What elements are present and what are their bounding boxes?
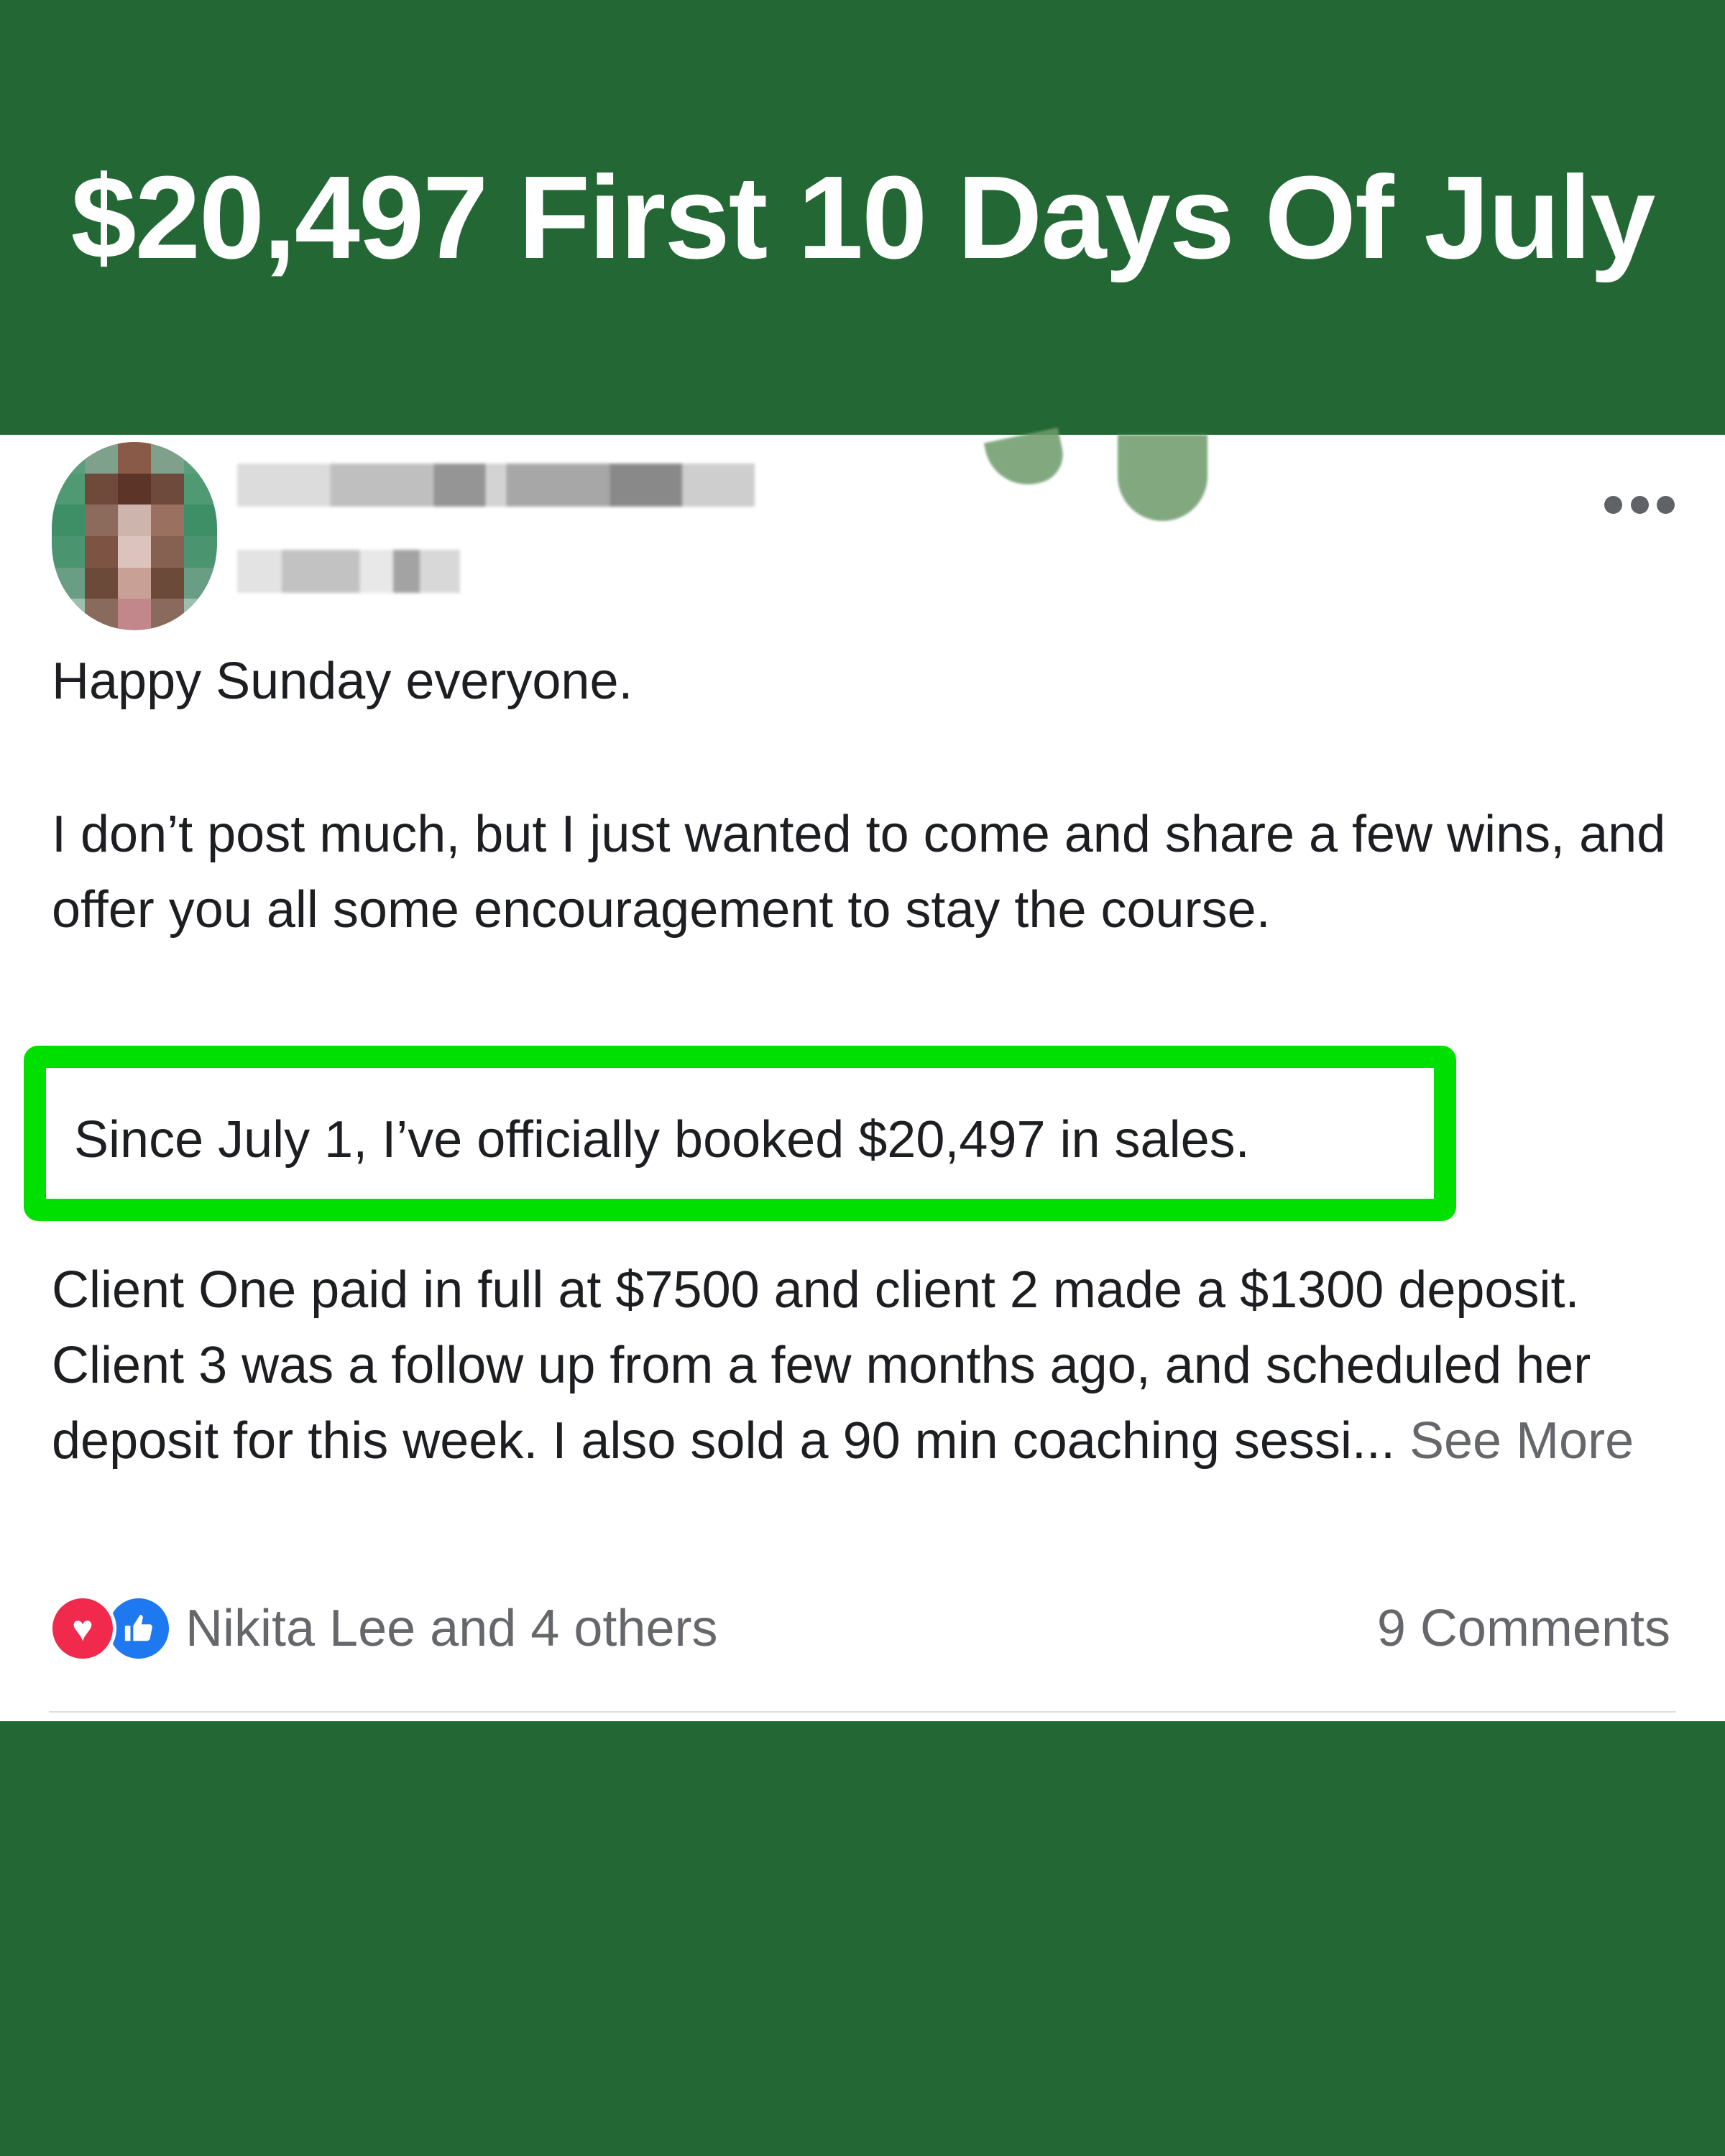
- post-details-text: Client One paid in full at $7500 and cli…: [52, 1261, 1591, 1470]
- headline-title: $20,497 First 10 Days Of July: [70, 151, 1656, 283]
- background-leaf: [1118, 435, 1208, 521]
- see-more-link[interactable]: See More: [1409, 1412, 1634, 1470]
- post-timestamp-blurred: [237, 550, 460, 593]
- author-name-blurred[interactable]: [237, 464, 755, 507]
- reactions-summary[interactable]: ♥ Nikita Lee and 4 others: [49, 1593, 717, 1664]
- sales-highlight-box: Since July 1, I’ve officially booked $20…: [24, 1046, 1456, 1221]
- post-details: Client One paid in full at $7500 and cli…: [52, 1253, 1690, 1479]
- background-leaf: [983, 427, 1069, 493]
- more-options-icon[interactable]: [1604, 492, 1675, 517]
- avatar[interactable]: [52, 442, 217, 630]
- reactions-names[interactable]: Nikita Lee and 4 others: [185, 1599, 717, 1658]
- headline-banner: $20,497 First 10 Days Of July: [0, 0, 1725, 435]
- comments-count[interactable]: 9 Comments: [1377, 1593, 1670, 1664]
- heart-icon: ♥: [49, 1595, 116, 1662]
- divider: [49, 1711, 1676, 1713]
- sales-highlight-text: Since July 1, I’ve officially booked $20…: [74, 1111, 1250, 1169]
- post-greeting: Happy Sunday everyone.: [52, 653, 633, 710]
- post-intro: I don’t post much, but I just wanted to …: [52, 806, 1666, 939]
